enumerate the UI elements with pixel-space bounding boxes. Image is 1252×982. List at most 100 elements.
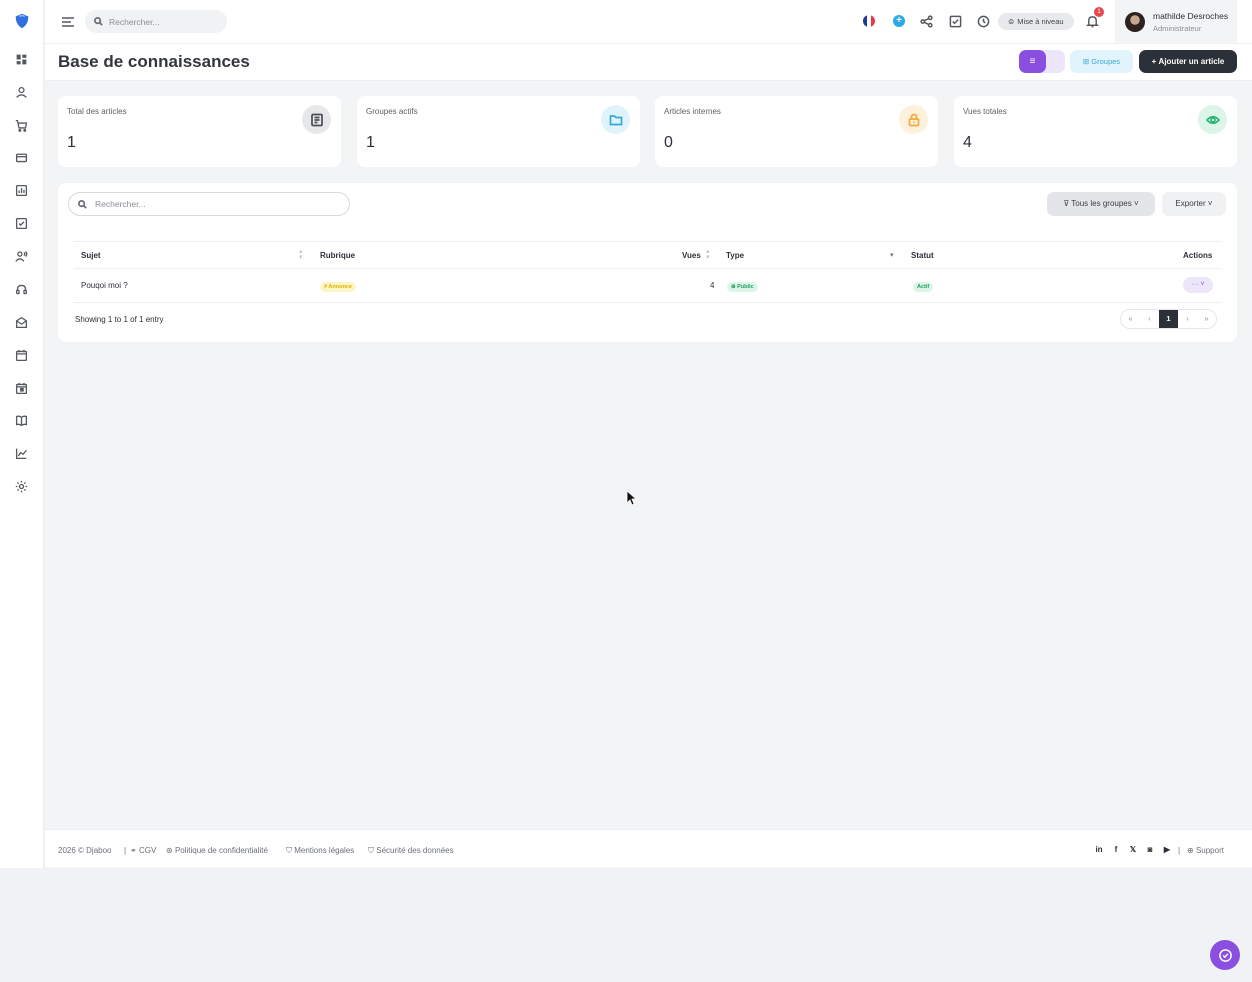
footer-link-label: Mentions légales: [294, 846, 355, 855]
footer-link-label: Politique de confidentialité: [174, 846, 268, 855]
stat-value: 1: [366, 134, 375, 151]
row-subject[interactable]: Pouqoi moi ?: [81, 281, 128, 290]
search-icon: [78, 199, 87, 209]
support-link[interactable]: ⊕ Support: [1187, 846, 1224, 855]
quick-add-icon[interactable]: +: [893, 15, 905, 27]
global-search-input[interactable]: [109, 16, 219, 27]
stat-label: Groupes actifs: [366, 107, 418, 116]
footer-link-privacy[interactable]: ⊛ Politique de confidentialité: [166, 846, 268, 855]
stat-label: Total des articles: [67, 107, 127, 116]
stat-value: 1: [67, 134, 76, 151]
table-search-input[interactable]: [95, 199, 335, 209]
column-header-subject[interactable]: Sujet: [81, 251, 101, 260]
cart-icon[interactable]: [13, 117, 29, 133]
settings-gear-icon[interactable]: [13, 478, 29, 494]
entries-info: Showing 1 to 1 of 1 entry: [75, 315, 164, 324]
lock-icon: [899, 105, 928, 134]
row-actions-button[interactable]: ··· ˅: [1183, 277, 1213, 293]
add-article-button[interactable]: + Ajouter un article: [1139, 50, 1237, 73]
stat-label: Articles internes: [664, 107, 721, 116]
groups-icon: ⊞: [1082, 57, 1090, 66]
share-icon[interactable]: [919, 14, 933, 28]
contacts-icon[interactable]: [13, 248, 29, 264]
pager-page-1[interactable]: 1: [1159, 310, 1178, 328]
notification-badge: 1: [1094, 7, 1104, 17]
table-search[interactable]: [68, 192, 350, 216]
calendar-icon[interactable]: [13, 347, 29, 363]
chat-check-icon: [1218, 948, 1232, 962]
language-flag-icon[interactable]: [863, 15, 875, 27]
youtube-icon[interactable]: ▶: [1162, 845, 1172, 855]
groups-button[interactable]: ⊞ Groupes: [1070, 50, 1133, 73]
user-menu[interactable]: mathilde Desroches Administrateur: [1115, 0, 1237, 44]
footer-link-legal[interactable]: ⛉ Mentions légales: [286, 846, 354, 856]
export-dropdown[interactable]: Exporter ˅: [1162, 192, 1226, 216]
analytics-icon[interactable]: [13, 445, 29, 461]
stat-card-active-groups: Groupes actifs 1: [357, 96, 640, 167]
footer: 2026 © Djaboo | ⚭ CGV ⊛ Politique de con…: [45, 829, 1252, 867]
divider: [74, 268, 1221, 269]
handshake-icon: ⚭: [130, 846, 139, 855]
stat-card-total-articles: Total des articles 1: [58, 96, 341, 167]
row-views: 4: [710, 281, 715, 290]
topbar: + ⊜ Mise à niveau 1 mathilde Desroches A…: [45, 0, 1252, 44]
book-icon[interactable]: [13, 412, 29, 428]
search-icon: [94, 17, 103, 26]
chevron-down-icon: ˅: [1205, 199, 1213, 208]
column-header-rubric[interactable]: Rubrique: [320, 251, 355, 260]
article-icon: [302, 105, 331, 134]
checklist-icon[interactable]: [948, 14, 962, 28]
group-filter-dropdown[interactable]: ⊽ Tous les groupes ˅: [1047, 192, 1155, 216]
chevron-down-icon: ˅: [1131, 199, 1139, 208]
divider: [74, 241, 1221, 242]
x-twitter-icon[interactable]: 𝕏: [1128, 845, 1138, 855]
report-icon[interactable]: [13, 182, 29, 198]
support-label: Support: [1195, 846, 1224, 855]
column-header-status[interactable]: Statut: [911, 251, 934, 260]
pager-prev[interactable]: ‹: [1140, 310, 1159, 328]
stat-card-internal-articles: Articles internes 0: [655, 96, 938, 167]
user-role: Administrateur: [1153, 24, 1202, 33]
linkedin-icon[interactable]: in: [1094, 845, 1104, 855]
column-header-type[interactable]: Type: [726, 251, 744, 260]
stat-card-total-views: Vues totales 4: [954, 96, 1237, 167]
menu-toggle-icon[interactable]: [61, 15, 75, 29]
sort-icon[interactable]: ▴ ▾: [299, 248, 303, 261]
pager-last[interactable]: »: [1197, 310, 1216, 328]
pager-first[interactable]: «: [1121, 310, 1140, 328]
view-toggle: ≡: [1019, 50, 1065, 73]
footer-link-cgv[interactable]: ⚭ CGV: [130, 846, 156, 855]
sort-desc-icon[interactable]: ▾: [890, 252, 894, 259]
status-badge: Actif: [913, 282, 934, 292]
more-icon: ··· ˅: [1191, 281, 1205, 288]
list-view-icon[interactable]: ≡: [1019, 50, 1046, 73]
sort-icon[interactable]: ▴ ▾: [706, 248, 710, 261]
folder-icon: [601, 105, 630, 134]
grid-view-toggle[interactable]: [1046, 50, 1065, 73]
column-header-views[interactable]: Vues: [682, 251, 701, 260]
column-header-actions: Actions: [1183, 251, 1213, 260]
page-title: Base de connaissances: [58, 52, 250, 71]
headset-icon[interactable]: [13, 281, 29, 297]
user-icon[interactable]: [13, 84, 29, 100]
user-name: mathilde Desroches: [1153, 11, 1229, 21]
upgrade-button[interactable]: ⊜ Mise à niveau: [998, 13, 1074, 30]
shield-lock-icon: ⛉: [368, 846, 377, 855]
footer-link-security[interactable]: ⛉ Sécurité des données: [368, 846, 454, 856]
instagram-icon[interactable]: ◙: [1145, 845, 1155, 855]
export-label: Exporter: [1175, 199, 1206, 208]
group-filter-label: Tous les groupes: [1071, 199, 1132, 208]
global-search[interactable]: [85, 10, 227, 33]
history-clock-icon[interactable]: [976, 14, 990, 28]
brand-logo-icon[interactable]: [13, 12, 31, 30]
facebook-icon[interactable]: f: [1111, 845, 1121, 855]
footer-link-label: Sécurité des données: [376, 846, 454, 855]
mail-icon[interactable]: [13, 314, 29, 330]
wallet-icon[interactable]: [13, 149, 29, 165]
main-area: + ⊜ Mise à niveau 1 mathilde Desroches A…: [45, 0, 1252, 868]
dashboard-icon[interactable]: [13, 51, 29, 67]
chat-assistant-button[interactable]: [1210, 940, 1240, 970]
event-icon[interactable]: [13, 380, 29, 396]
task-icon[interactable]: [13, 215, 29, 231]
pager-next[interactable]: ›: [1178, 310, 1197, 328]
